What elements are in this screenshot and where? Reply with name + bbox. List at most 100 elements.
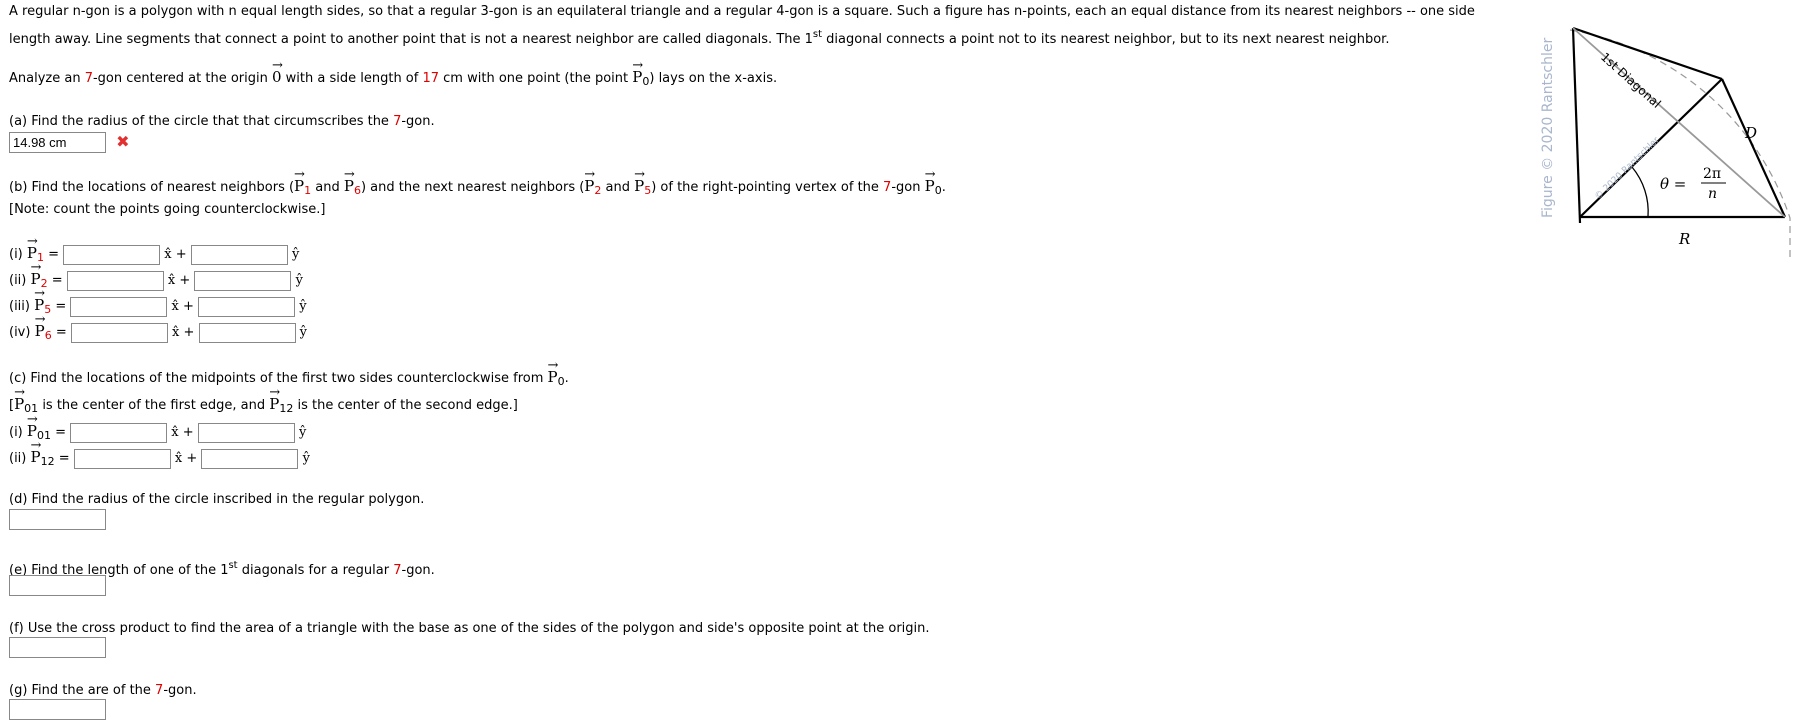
- theta-arc: [1631, 166, 1649, 218]
- p-vector: P: [584, 166, 594, 195]
- intro-line-1: A regular n-gon is a polygon with n equa…: [9, 4, 1475, 19]
- part-g-answer-row: [9, 699, 106, 721]
- plus: +: [182, 451, 198, 466]
- part-f-answer-input[interactable]: [9, 637, 106, 658]
- text: Analyze an: [9, 71, 85, 86]
- equals: =: [51, 299, 67, 314]
- text: -gon centered at the origin: [92, 71, 272, 86]
- equals: =: [43, 247, 60, 262]
- side-d: [1720, 78, 1787, 218]
- text: -gon.: [163, 683, 197, 698]
- p6-y-input[interactable]: [198, 322, 296, 343]
- p01-y-input[interactable]: [197, 422, 295, 443]
- row-label: (ii): [9, 451, 31, 466]
- part-a-answer-input[interactable]: [9, 131, 106, 153]
- equals: =: [50, 425, 67, 440]
- superscript: st: [812, 29, 823, 40]
- p-vector: P: [294, 166, 304, 195]
- p2-y-input[interactable]: [194, 270, 292, 291]
- x-hat: x̂: [171, 299, 179, 314]
- diagonal-label: 1st Diagonal: [1598, 50, 1664, 111]
- p6-x-input[interactable]: [70, 322, 168, 343]
- p12-y-input[interactable]: [201, 448, 299, 469]
- n-value: 7: [84, 71, 93, 86]
- figure-credit: Figure © 2020 Rantschler: [1540, 38, 1556, 218]
- p1-y-input[interactable]: [190, 244, 288, 265]
- part-d-answer-row: [9, 509, 106, 531]
- part-e-answer-row: [9, 575, 106, 597]
- equals: =: [51, 325, 67, 340]
- text: and: [601, 180, 635, 195]
- intro-text: length away. Line segments that connect …: [9, 32, 813, 47]
- plus: +: [178, 425, 194, 440]
- part-g-prompt: (g) Find the are of the 7-gon.: [9, 682, 197, 700]
- p-vector: P: [14, 384, 24, 413]
- side-length-value: 17: [422, 71, 440, 86]
- n-value: 7: [393, 563, 402, 578]
- text: and: [311, 180, 344, 195]
- incorrect-x-icon: ✖: [116, 132, 130, 151]
- r-label: R: [1678, 230, 1690, 248]
- y-hat: ŷ: [295, 273, 303, 288]
- text: -gon.: [401, 563, 435, 578]
- theta-label: θ =: [1660, 175, 1686, 193]
- p-vector: P: [634, 166, 644, 195]
- figure-watermark: © 2020 Rantschler: [1593, 135, 1662, 202]
- text: -gon.: [401, 114, 435, 129]
- text: ) lays on the x-axis.: [649, 71, 778, 86]
- p-vector: P: [925, 166, 935, 195]
- plus: +: [171, 247, 187, 262]
- subscript: 12: [40, 455, 55, 468]
- text: (b) Find the locations of nearest neighb…: [9, 180, 295, 195]
- part-a-prompt: (a) Find the radius of the circle that t…: [9, 113, 435, 131]
- part-d-answer-input[interactable]: [9, 509, 106, 530]
- part-b-prompt: (b) Find the locations of nearest neighb…: [9, 166, 946, 200]
- part-b-note: [Note: count the points going counterclo…: [9, 202, 326, 217]
- y-hat: ŷ: [299, 325, 308, 340]
- intro-line-2: length away. Line segments that connect …: [9, 26, 1389, 49]
- part-e-answer-input[interactable]: [9, 575, 106, 596]
- text: is the center of the first edge, and: [42, 398, 270, 413]
- row-label: (i): [9, 425, 27, 440]
- p5-y-input[interactable]: [198, 296, 296, 317]
- theta-denominator: n: [1708, 186, 1717, 202]
- theta-numerator: 2π: [1703, 166, 1721, 182]
- p-vector: P: [35, 309, 45, 342]
- p12-x-input[interactable]: [73, 448, 171, 469]
- part-g-answer-input[interactable]: [9, 699, 106, 720]
- part-c-row-1: (i) P01 = x̂ + ŷ: [9, 409, 306, 443]
- plus: +: [175, 273, 191, 288]
- text: diagonals for a regular: [237, 563, 394, 578]
- analyze-statement: Analyze an 7-gon centered at the origin …: [9, 57, 778, 91]
- subscript: 0: [934, 184, 942, 197]
- part-c-row-2: (ii) P12 = x̂ + ŷ: [9, 435, 310, 469]
- superscript: st: [228, 560, 238, 571]
- subscript: 0: [557, 375, 565, 388]
- side-left: [1571, 27, 1582, 224]
- text: cm with one point (the point: [439, 71, 633, 86]
- d-label: D: [1744, 124, 1757, 142]
- text: ) of the right-pointing vertex of the: [651, 180, 884, 195]
- p5-x-input[interactable]: [70, 296, 168, 317]
- p2-x-input[interactable]: [66, 270, 164, 291]
- row-label: (i): [9, 247, 27, 262]
- part-d-prompt: (d) Find the radius of the circle inscri…: [9, 492, 425, 507]
- equals: =: [47, 273, 63, 288]
- origin-vector: 0: [272, 57, 282, 86]
- part-c-note: [P01 is the center of the first edge, an…: [9, 384, 518, 418]
- plus: +: [178, 299, 194, 314]
- text: ) and the next nearest neighbors (: [360, 180, 585, 195]
- p1-x-input[interactable]: [63, 244, 161, 265]
- part-f-answer-row: [9, 637, 106, 659]
- p-vector: P: [31, 435, 41, 468]
- row-label: (iii): [9, 299, 35, 314]
- text: (a) Find the radius of the circle that t…: [9, 114, 394, 129]
- intro-text: diagonal connects a point not to its nea…: [822, 32, 1390, 47]
- polygon-diagram: Figure © 2020 Rantschler © 2020 Rantschl…: [1540, 26, 1791, 258]
- p01-x-input[interactable]: [70, 422, 168, 443]
- part-c-prompt: (c) Find the locations of the midpoints …: [9, 357, 569, 391]
- text: -gon: [891, 180, 925, 195]
- p-vector: P: [548, 357, 558, 386]
- text: (g) Find the are of the: [9, 683, 156, 698]
- plus: +: [179, 325, 195, 340]
